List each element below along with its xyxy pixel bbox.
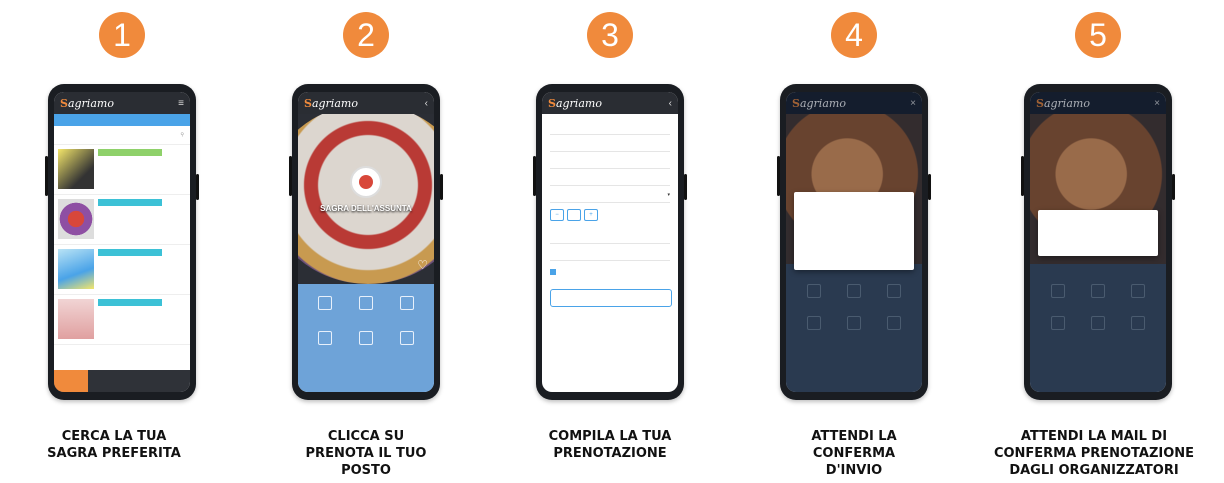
sub-bar bbox=[54, 114, 190, 126]
event-thumbnail bbox=[58, 199, 94, 239]
list-item-text bbox=[94, 249, 186, 290]
step-3: 3 Sagriamo ‹ − + bbox=[488, 0, 732, 483]
phone-mockup: Sagriamo ‹ SAGRA DELL'ASSUNTA ♡ bbox=[289, 84, 443, 400]
step-number-badge: 3 bbox=[587, 12, 633, 58]
event-thumbnail bbox=[58, 249, 94, 289]
home-icon[interactable] bbox=[54, 370, 88, 392]
dialog-body bbox=[800, 202, 908, 258]
search-row[interactable]: ⚲ bbox=[54, 126, 190, 145]
dialog-body bbox=[1044, 220, 1152, 244]
event-logo bbox=[350, 166, 382, 198]
bottom-tab-bar bbox=[54, 370, 190, 392]
tab-profile[interactable] bbox=[156, 370, 190, 392]
filter-icon[interactable]: ⚲ bbox=[180, 132, 184, 138]
phone-screen: Sagriamo ≡ ⚲ bbox=[54, 92, 190, 392]
time-field[interactable] bbox=[550, 227, 670, 244]
event-artwork bbox=[298, 114, 434, 284]
tab-favorites[interactable] bbox=[122, 370, 156, 392]
step-caption: ATTENDI LA MAIL DI CONFERMA PRENOTAZIONE… bbox=[993, 429, 1195, 478]
app-bar: Sagriamo ‹ bbox=[298, 92, 434, 114]
list-item-text bbox=[94, 149, 186, 190]
privacy-checkbox[interactable] bbox=[550, 269, 670, 275]
list-item[interactable] bbox=[54, 195, 190, 245]
first-name-field[interactable] bbox=[550, 118, 670, 135]
event-thumbnail bbox=[58, 149, 94, 189]
step-caption: ATTENDI LA CONFERMA D'INVIO bbox=[811, 429, 897, 478]
seats-stepper[interactable]: − + bbox=[550, 209, 670, 221]
app-logo: Sagriamo bbox=[548, 96, 602, 110]
action-item[interactable] bbox=[387, 331, 428, 348]
last-name-field[interactable] bbox=[550, 135, 670, 152]
phone-mockup: Sagriamo × bbox=[1021, 84, 1175, 400]
tab-map[interactable] bbox=[88, 370, 122, 392]
action-item[interactable] bbox=[304, 296, 345, 313]
heart-icon[interactable]: ♡ bbox=[417, 258, 428, 272]
menu-icon[interactable]: ≡ bbox=[178, 98, 184, 109]
phone-screen: Sagriamo × bbox=[1030, 92, 1166, 392]
app-logo: Sagriamo bbox=[60, 96, 114, 110]
step-2: 2 Sagriamo ‹ SAGRA DELL'ASSUNTA ♡ CLICCA… bbox=[244, 0, 488, 483]
list-item[interactable] bbox=[54, 245, 190, 295]
notes-field[interactable] bbox=[550, 244, 670, 261]
action-grid bbox=[304, 296, 428, 348]
list-item[interactable] bbox=[54, 295, 190, 345]
confirmation-dialog bbox=[794, 192, 914, 270]
action-item[interactable] bbox=[387, 296, 428, 313]
step-number-badge: 2 bbox=[343, 12, 389, 58]
reserve-action[interactable] bbox=[345, 331, 386, 348]
action-item[interactable] bbox=[345, 296, 386, 313]
app-bar: Sagriamo ≡ bbox=[54, 92, 190, 114]
step-caption: CERCA LA TUA SAGRA PREFERITA bbox=[47, 429, 181, 461]
step-4: 4 Sagriamo × ATTENDI LA CONFERMA D'INVIO bbox=[732, 0, 976, 483]
step-number-badge: 1 bbox=[99, 12, 145, 58]
phone-screen: Sagriamo ‹ − + bbox=[542, 92, 678, 392]
send-request-button[interactable] bbox=[550, 289, 672, 307]
list-item-text bbox=[94, 199, 186, 240]
phone-mockup: Sagriamo × bbox=[777, 84, 931, 400]
step-number-badge: 5 bbox=[1075, 12, 1121, 58]
step-1: 1 Sagriamo ≡ ⚲ CERCA LA TUA SAGRA PREFER… bbox=[0, 0, 244, 483]
action-item[interactable] bbox=[304, 331, 345, 348]
confirmation-dialog bbox=[1038, 210, 1158, 256]
step-caption: COMPILA LA TUA PRENOTAZIONE bbox=[548, 429, 672, 461]
phone-mockup: Sagriamo ≡ ⚲ bbox=[45, 84, 199, 400]
event-thumbnail bbox=[58, 299, 94, 339]
date-select[interactable] bbox=[550, 186, 670, 203]
phone-mockup: Sagriamo ‹ − + bbox=[533, 84, 687, 400]
increment-button[interactable]: + bbox=[584, 209, 598, 221]
decrement-button[interactable]: − bbox=[550, 209, 564, 221]
event-hero: SAGRA DELL'ASSUNTA ♡ bbox=[298, 114, 434, 284]
back-icon[interactable]: ‹ bbox=[669, 98, 672, 109]
list-item-text bbox=[94, 299, 186, 340]
step-number-badge: 4 bbox=[831, 12, 877, 58]
action-grid-area bbox=[298, 284, 434, 392]
seats-value bbox=[567, 209, 581, 221]
phone-screen: Sagriamo × bbox=[786, 92, 922, 392]
app-bar: Sagriamo ‹ bbox=[542, 92, 678, 114]
booking-form: − + bbox=[542, 114, 678, 311]
phone-field[interactable] bbox=[550, 169, 670, 186]
list-item[interactable] bbox=[54, 145, 190, 195]
phone-screen: Sagriamo ‹ SAGRA DELL'ASSUNTA ♡ bbox=[298, 92, 434, 392]
email-field[interactable] bbox=[550, 152, 670, 169]
back-icon[interactable]: ‹ bbox=[425, 98, 428, 109]
step-5: 5 Sagriamo × ATTENDI LA MAIL DI CONFERMA… bbox=[976, 0, 1220, 483]
app-logo: Sagriamo bbox=[304, 96, 358, 110]
step-caption: CLICCA SU PRENOTA IL TUO POSTO bbox=[305, 429, 427, 478]
event-title: SAGRA DELL'ASSUNTA bbox=[320, 204, 412, 213]
